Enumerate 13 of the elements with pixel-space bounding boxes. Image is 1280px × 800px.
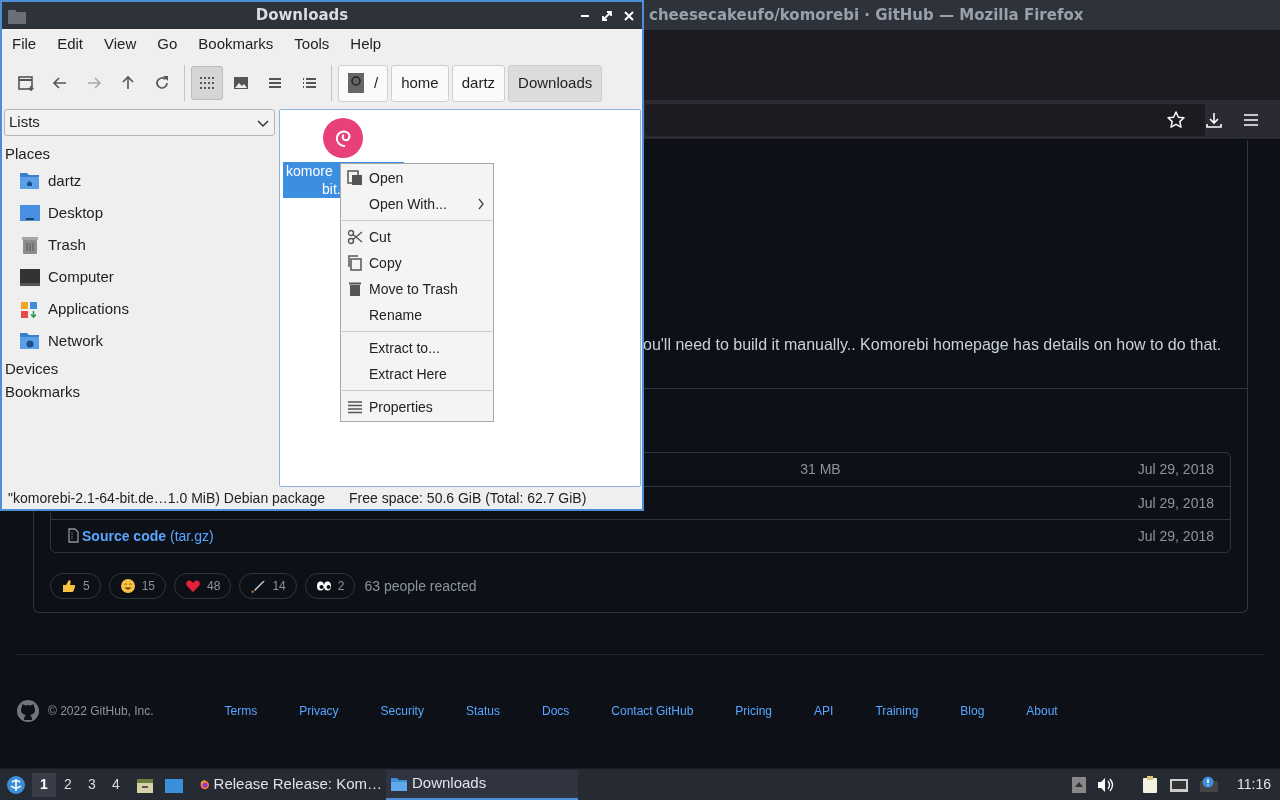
file-type-text: (tar.gz) — [170, 526, 214, 546]
date-text: Jul 29, 2018 — [1137, 460, 1214, 479]
free-space-text: Free space: 50.6 GiB (Total: 62.7 GiB) — [349, 488, 587, 508]
status-text: "komorebi-2.1-64-bit.de…1.0 MiB) Debian package — [8, 488, 326, 508]
release-notes-text: ou'll need to build it manually.. Komorebi homepage has details on how to do that. — [643, 335, 1222, 355]
file-size-text: 31 MB — [800, 460, 841, 479]
date-text: Jul 29, 2018 — [1137, 493, 1214, 513]
clock-text: 11:16 — [1237, 775, 1271, 794]
date-text: Jul 29, 2018 — [1137, 526, 1214, 546]
reaction-summary: 63 people reacted — [364, 576, 477, 596]
copyright-text: © 2022 GitHub, Inc. — [48, 703, 154, 720]
window-title: Downloads — [254, 5, 350, 27]
window-title: cheesecakeufo/komorebi · GitHub — Mozilla Firefox — [649, 4, 1084, 26]
